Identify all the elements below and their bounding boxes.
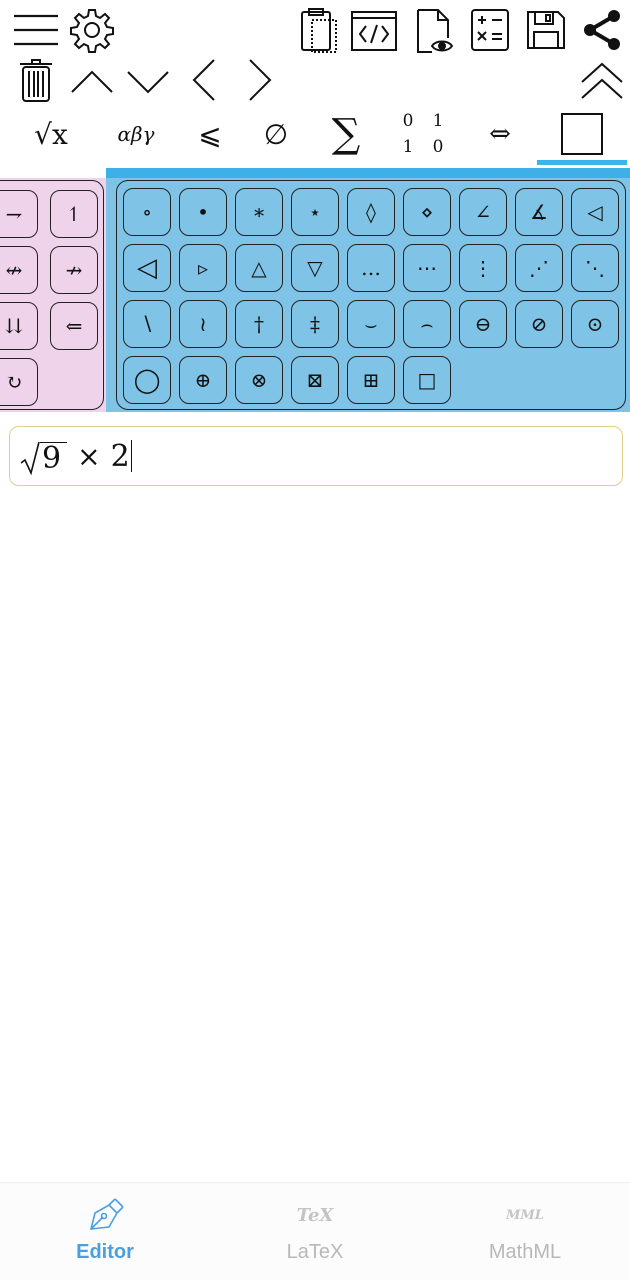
matrix-cell: 0: [402, 111, 414, 131]
chevron-down-icon[interactable]: [120, 52, 176, 108]
double-chevron-up-icon[interactable]: [574, 52, 630, 108]
category-roots-label: √x: [34, 117, 68, 151]
symbol-key[interactable]: ↿: [50, 190, 98, 238]
symbol-key[interactable]: †: [235, 300, 283, 348]
symbol-key[interactable]: ⌢: [403, 300, 451, 348]
text-cursor: [130, 440, 133, 472]
symbol-key[interactable]: ⋰: [515, 244, 563, 292]
symbol-key[interactable]: ∠: [459, 188, 507, 236]
category-sets[interactable]: ∅: [248, 104, 304, 164]
symbol-key[interactable]: ⋆: [291, 188, 339, 236]
symbol-key[interactable]: ⇐: [50, 302, 98, 350]
symbol-key[interactable]: ⋱: [571, 244, 619, 292]
symbol-key[interactable]: ⊙: [571, 300, 619, 348]
radical-sign-icon: [20, 441, 40, 475]
category-greek-label: αβγ: [117, 122, 155, 146]
matrix-cell: 1: [432, 111, 444, 131]
arrows-panel: ⇁ ↿ ↮ ↛ ⇊ ⇐ ↻: [0, 178, 106, 412]
trash-icon[interactable]: [8, 52, 64, 108]
symbol-key[interactable]: ‡: [291, 300, 339, 348]
tab-mathml-label: MathML: [488, 1241, 562, 1263]
symbol-key[interactable]: ↛: [50, 246, 98, 294]
mml-icon: MML: [506, 1197, 544, 1233]
symbol-key[interactable]: ⋯: [403, 244, 451, 292]
chevron-up-icon[interactable]: [64, 52, 120, 108]
operator: ×: [77, 439, 101, 473]
tab-latex-label: LaTeX: [286, 1241, 344, 1263]
symbol-key[interactable]: △: [235, 244, 283, 292]
bottom-navigation: Editor TeX LaTeX MML MathML: [0, 1182, 630, 1280]
symbol-key[interactable]: ∗: [235, 188, 283, 236]
shapes-panel: ∘ • ∗ ⋆ ◊ ⋄ ∠ ∡ ◁ ◁ ▹ △ ▽ … ⋯ ⋮ ⋰ ⋱ ∖ ≀ …: [106, 178, 630, 412]
category-relations[interactable]: ⩽: [182, 104, 238, 164]
tex-icon-text: TeX: [296, 1204, 334, 1226]
symbol-key[interactable]: ▹: [179, 244, 227, 292]
symbol-key[interactable]: ⊞: [347, 356, 395, 404]
symbol-key[interactable]: ◁: [571, 188, 619, 236]
symbol-key[interactable]: ⊘: [515, 300, 563, 348]
radicand: 9: [40, 441, 68, 475]
symbol-key[interactable]: ⋮: [459, 244, 507, 292]
menu-icon[interactable]: [8, 2, 64, 58]
symbol-key[interactable]: ◯: [123, 356, 171, 404]
category-sums-label: ∑: [331, 111, 361, 157]
symbol-key[interactable]: □: [403, 356, 451, 404]
category-arrows[interactable]: ⇔: [470, 104, 530, 164]
symbol-key[interactable]: ↮: [0, 246, 38, 294]
symbol-key[interactable]: ↻: [0, 358, 38, 406]
tab-latex[interactable]: TeX LaTeX: [210, 1183, 420, 1280]
mml-icon-text: MML: [506, 1207, 544, 1223]
symbol-key[interactable]: •: [179, 188, 227, 236]
category-shapes[interactable]: [546, 104, 618, 164]
symbol-key[interactable]: ▽: [291, 244, 339, 292]
matrix-cell: 1: [402, 137, 414, 157]
square-icon: [561, 113, 603, 155]
code-icon[interactable]: [346, 2, 402, 58]
pen-nib-icon: [85, 1197, 125, 1233]
matrix-cell: 0: [432, 137, 444, 157]
sqrt-expression: 9: [20, 438, 68, 475]
category-greek[interactable]: αβγ: [104, 104, 168, 164]
clipboard-icon[interactable]: [290, 2, 346, 58]
symbol-key[interactable]: …: [347, 244, 395, 292]
matrix-preview: 0 1 1 0: [393, 111, 453, 157]
symbol-key[interactable]: ⊖: [459, 300, 507, 348]
tex-icon: TeX: [297, 1197, 334, 1233]
save-icon[interactable]: [518, 2, 574, 58]
symbol-key[interactable]: ∡: [515, 188, 563, 236]
category-matrices[interactable]: 0 1 1 0: [388, 104, 458, 164]
symbol-key[interactable]: ⌣: [347, 300, 395, 348]
category-relations-label: ⩽: [198, 117, 222, 151]
category-sets-label: ∅: [263, 117, 289, 151]
chevron-left-icon[interactable]: [176, 52, 232, 108]
equation-input[interactable]: 9 × 2: [9, 426, 623, 486]
category-selected-indicator: [537, 160, 627, 165]
symbol-key[interactable]: ⊕: [179, 356, 227, 404]
share-icon[interactable]: [574, 2, 630, 58]
symbol-key[interactable]: ∖: [123, 300, 171, 348]
symbol-key[interactable]: ⊗: [235, 356, 283, 404]
symbol-key[interactable]: ∘: [123, 188, 171, 236]
keyboard-scroll-strip: [106, 168, 630, 178]
symbol-key[interactable]: ◊: [347, 188, 395, 236]
category-arrows-label: ⇔: [489, 119, 511, 149]
calculator-icon[interactable]: [462, 2, 518, 58]
preview-document-icon[interactable]: [406, 2, 462, 58]
tab-mathml[interactable]: MML MathML: [420, 1183, 630, 1280]
tab-editor[interactable]: Editor: [0, 1183, 210, 1280]
symbol-key[interactable]: ◁: [123, 244, 171, 292]
symbol-key[interactable]: ⇁: [0, 190, 38, 238]
symbol-key[interactable]: ⇊: [0, 302, 38, 350]
symbol-key[interactable]: ⊠: [291, 356, 339, 404]
chevron-right-icon[interactable]: [232, 52, 288, 108]
symbol-key[interactable]: ⋄: [403, 188, 451, 236]
category-sums[interactable]: ∑: [316, 104, 376, 164]
category-roots[interactable]: √x: [16, 104, 86, 164]
settings-icon[interactable]: [64, 2, 120, 58]
tab-editor-label: Editor: [76, 1241, 134, 1263]
operand: 2: [110, 438, 130, 474]
symbol-key[interactable]: ≀: [179, 300, 227, 348]
